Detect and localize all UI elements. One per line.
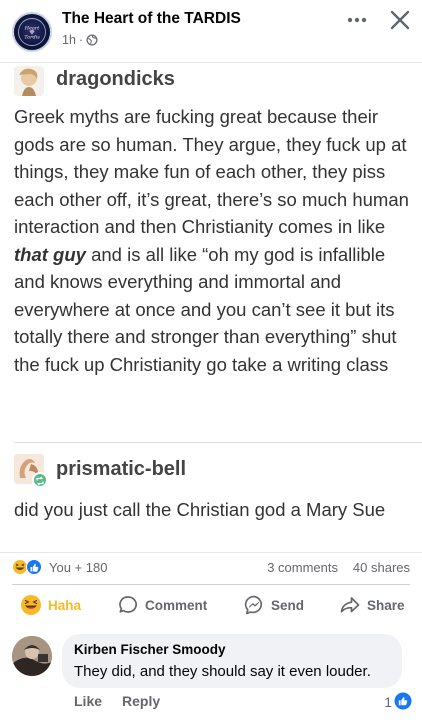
reaction-icons[interactable] <box>12 559 46 575</box>
share-label: Share <box>367 597 405 613</box>
shares-count[interactable]: 40 shares <box>353 560 410 575</box>
send-label: Send <box>271 597 305 613</box>
meta-separator: · <box>78 33 84 47</box>
tumblr-screenshot[interactable]: dragondicks Greek myths are fucking grea… <box>0 62 422 549</box>
comment-actions: Like Reply <box>74 693 160 709</box>
post-username-1: dragondicks <box>56 68 175 90</box>
post-text-1a: Greek myths are fucking great because th… <box>14 106 409 237</box>
comment-text: They did, and they should say it even lo… <box>74 663 371 680</box>
post-body-1: Greek myths are fucking great because th… <box>14 103 414 378</box>
share-button[interactable]: Share <box>339 592 405 618</box>
send-button[interactable]: Send <box>243 592 304 618</box>
commenter-avatar[interactable] <box>12 636 52 676</box>
divider <box>14 442 422 443</box>
divider <box>0 62 422 63</box>
share-icon <box>340 597 360 613</box>
post-body-2: did you just call the Christian god a Ma… <box>14 499 386 520</box>
messenger-icon <box>244 595 263 615</box>
reaction-count[interactable]: You + 180 <box>49 560 107 575</box>
post-username-2: prismatic-bell <box>56 458 187 480</box>
post-text-1-emphasis: that guy <box>14 243 86 265</box>
reblog-icon <box>32 472 48 488</box>
post-actions: Haha Comment Send Share <box>12 584 410 624</box>
comment-button[interactable]: Comment <box>117 592 207 618</box>
comment-label: Comment <box>145 597 208 613</box>
user-avatar-dragondicks <box>14 66 44 96</box>
comment-reply-button[interactable]: Reply <box>122 693 160 709</box>
avatar-text-2: Tardis <box>24 34 40 40</box>
haha-emoji-icon <box>21 595 41 615</box>
globe-icon <box>86 34 98 46</box>
tardis-logo-icon: Heart Tardis <box>18 18 46 46</box>
like-icon[interactable] <box>394 692 412 710</box>
post-header: Heart Tardis The Heart of the TARDIS 1h … <box>0 0 422 62</box>
user-avatar-prismatic-bell <box>14 454 48 488</box>
reactions-bar: You + 180 3 comments 40 shares <box>0 552 422 580</box>
haha-label: Haha <box>48 597 82 613</box>
comment-icon <box>119 596 137 613</box>
close-icon[interactable] <box>388 8 412 32</box>
page-title[interactable]: The Heart of the TARDIS <box>62 10 241 28</box>
comment-like-button[interactable]: Like <box>74 693 102 709</box>
comment-bubble[interactable]: Kirben Fischer Smoody They did, and they… <box>62 634 402 688</box>
comment-author[interactable]: Kirben Fischer Smoody <box>74 642 226 657</box>
post-meta: 1h · <box>62 33 98 47</box>
comment-like-count[interactable]: 1 <box>384 694 392 710</box>
haha-button[interactable]: Haha <box>20 592 81 618</box>
more-options-icon[interactable] <box>344 10 370 30</box>
comments-count[interactable]: 3 comments <box>267 560 338 575</box>
page-avatar[interactable]: Heart Tardis <box>12 12 52 52</box>
post-time[interactable]: 1h <box>62 33 76 47</box>
